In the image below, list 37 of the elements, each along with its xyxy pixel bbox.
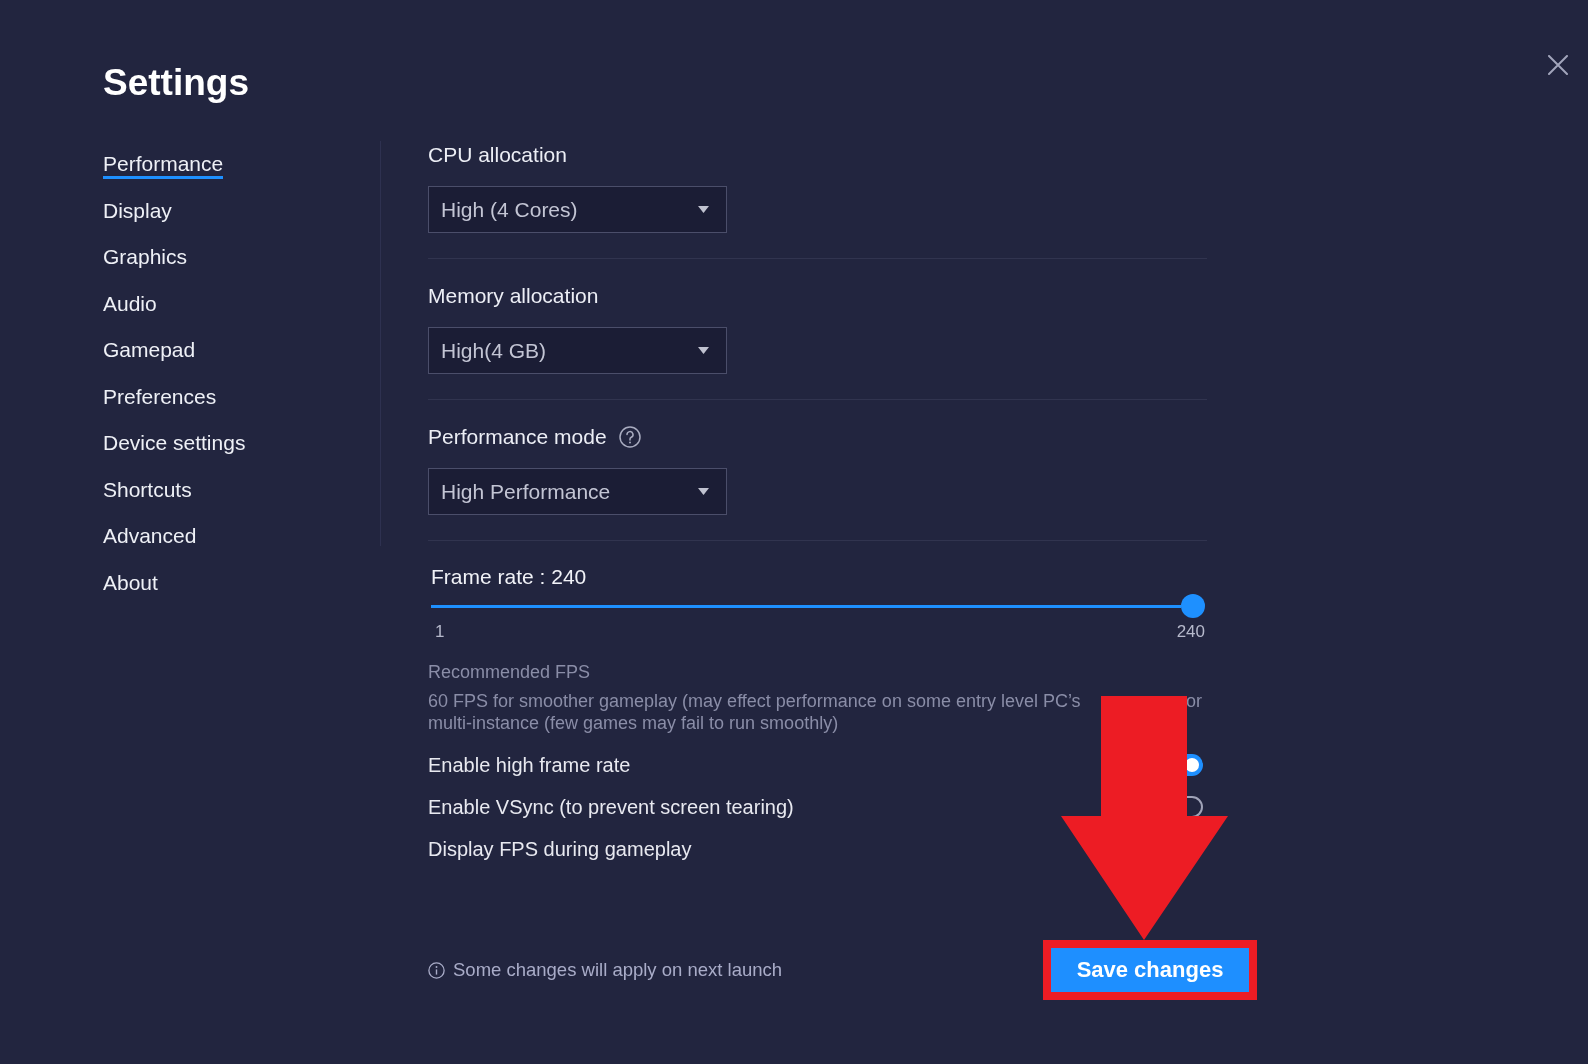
- field-label: Performance mode: [428, 425, 607, 449]
- info-icon: [428, 961, 445, 979]
- dropdown[interactable]: High(4 GB): [428, 327, 727, 374]
- sidebar-tab[interactable]: Display: [103, 195, 172, 226]
- field-label: CPU allocation: [428, 143, 567, 167]
- sidebar-tab[interactable]: About: [103, 567, 158, 598]
- slider-track[interactable]: [431, 604, 1181, 608]
- sidebar-tab[interactable]: Advanced: [103, 521, 197, 552]
- notice-text: Some changes will apply on next launch: [453, 959, 783, 981]
- caret-icon: [698, 206, 709, 213]
- settings-title: Settings: [103, 62, 249, 104]
- sidebar-tab[interactable]: Preferences: [103, 381, 217, 412]
- option-label: Enable VSync (to prevent screen tearing): [428, 795, 794, 819]
- slider-max-label: 240: [1176, 622, 1205, 642]
- fps-description: multi-instance (few games may fail to run smoothly): [428, 713, 839, 733]
- slider-thumb[interactable]: [1181, 594, 1205, 618]
- frame-rate-label: Frame rate : 240: [431, 565, 587, 588]
- option-label: Display FPS during gameplay: [428, 837, 692, 861]
- sidebar-tab[interactable]: Shortcuts: [103, 474, 192, 505]
- field-label: Memory allocation: [428, 284, 599, 308]
- dropdown[interactable]: High (4 Cores): [428, 186, 727, 233]
- sidebar-tab[interactable]: Device settings: [103, 428, 246, 459]
- help-icon[interactable]: [618, 426, 641, 448]
- caret-icon: [698, 488, 709, 495]
- caret-icon: [698, 347, 709, 354]
- sidebar-tab[interactable]: Performance: [103, 149, 224, 180]
- fps-description: 60 FPS for smoother gameplay (may effect performance on some entry level PC’s: [428, 690, 1081, 712]
- fps-description: or: [1186, 690, 1202, 712]
- sidebar-tab[interactable]: Gamepad: [103, 335, 196, 366]
- toggle-switch[interactable]: [1187, 754, 1203, 776]
- slider-min-label: 1: [435, 622, 445, 642]
- sidebar-tab[interactable]: Graphics: [103, 242, 188, 273]
- recommended-fps-heading: Recommended FPS: [428, 662, 591, 682]
- option-label: Enable high frame rate: [428, 753, 631, 777]
- dropdown[interactable]: High Performance: [428, 468, 727, 515]
- close-icon[interactable]: [1548, 55, 1568, 75]
- sidebar-tab[interactable]: Audio: [103, 288, 157, 319]
